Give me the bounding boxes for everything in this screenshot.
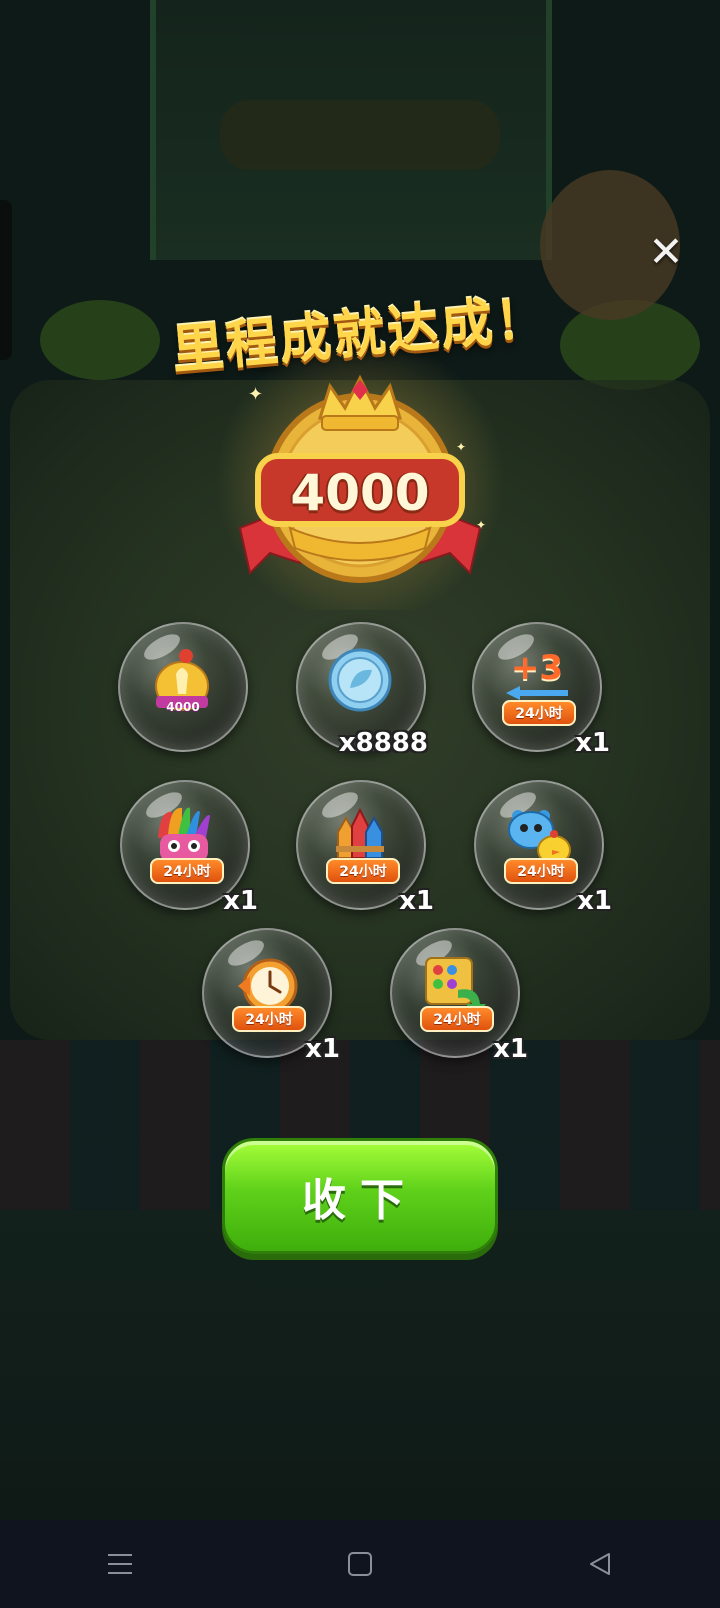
home-icon — [348, 1552, 372, 1576]
background-lower — [0, 1210, 720, 1520]
nav-back-button[interactable] — [570, 1534, 630, 1594]
reward-quantity: x1 — [575, 728, 610, 758]
screen-edge — [0, 200, 12, 360]
duration-tag: 24小时 — [504, 858, 578, 884]
reward-quantity: x1 — [493, 1034, 528, 1064]
reward-quantity: x1 — [223, 886, 258, 916]
collect-button[interactable]: 收下 — [222, 1138, 498, 1254]
leaf-coin-icon — [328, 648, 392, 712]
reward-chicken-trophy: 4000 — [118, 622, 248, 752]
back-icon — [590, 1553, 610, 1575]
reward-quantity: x1 — [305, 1034, 340, 1064]
duration-tag: 24小时 — [150, 858, 224, 884]
reward-rainbow-owl: 24小时 x1 — [120, 780, 258, 916]
reward-rockets: 24小时 x1 — [296, 780, 434, 916]
background-bush — [40, 300, 160, 380]
duration-tag: 24小时 — [326, 858, 400, 884]
reward-quantity: x8888 — [338, 728, 428, 758]
nav-home-button[interactable] — [330, 1534, 390, 1594]
system-nav-bar — [0, 1520, 720, 1608]
duration-tag: 24小时 — [502, 700, 576, 726]
medal-value: 4000 — [290, 464, 430, 522]
close-icon: ✕ — [648, 227, 684, 276]
duration-tag: 24小时 — [232, 1006, 306, 1032]
close-button[interactable]: ✕ — [646, 227, 686, 276]
menu-icon — [108, 1554, 132, 1574]
reward-quantity: x1 — [399, 886, 434, 916]
sparkle-icon: ✦ — [476, 518, 487, 532]
reward-clock: 24小时 x1 — [202, 928, 340, 1064]
background-banner — [220, 100, 500, 170]
duration-tag: 24小时 — [420, 1006, 494, 1032]
reward-blue-bear-and-chick: 24小时 x1 — [474, 780, 612, 916]
nav-menu-button[interactable] — [90, 1534, 150, 1594]
moves-bonus-label: +3 — [510, 648, 564, 688]
sparkle-icon: ✦ — [248, 384, 264, 405]
trophy-badge: 4000 — [166, 700, 200, 714]
reward-leaf-coin: x8888 — [296, 622, 428, 758]
reward-quantity: x1 — [577, 886, 612, 916]
sparkle-icon: ✦ — [456, 440, 467, 454]
reward-shuffle-board: 24小时 x1 — [390, 928, 528, 1064]
reward-plus-three-moves: +3 24小时 x1 — [472, 622, 610, 758]
